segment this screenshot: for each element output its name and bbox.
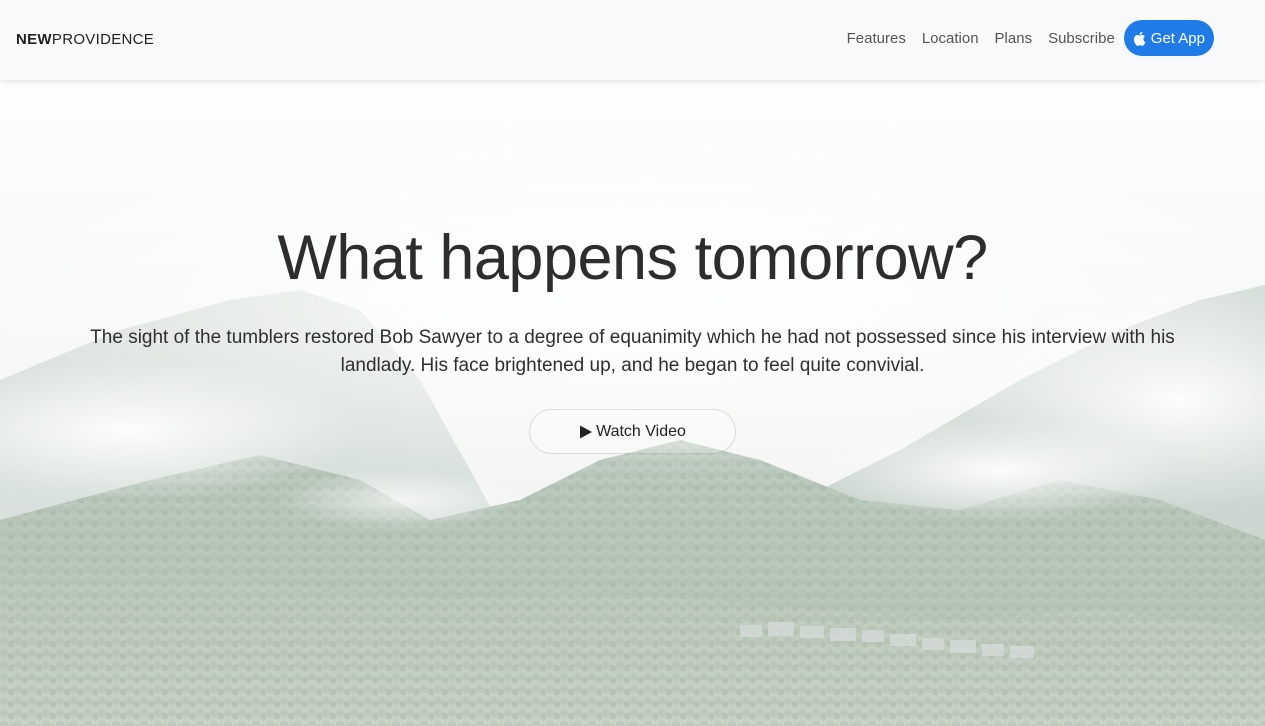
hero-title: What happens tomorrow?	[277, 223, 988, 293]
play-icon	[579, 425, 593, 439]
hero-description: The sight of the tumblers restored Bob S…	[90, 327, 1175, 376]
navbar: NEWPROVIDENCE Features Location Plans Su…	[0, 0, 1265, 80]
brand-logo[interactable]: NEWPROVIDENCE	[16, 31, 154, 48]
nav-link-features[interactable]: Features	[847, 30, 906, 47]
watch-video-button[interactable]: Watch Video	[529, 409, 736, 454]
nav-link-plans[interactable]: Plans	[995, 30, 1033, 47]
apple-icon	[1133, 31, 1146, 46]
brand-logo-regular: PROVIDENCE	[51, 31, 155, 48]
nav-links: Features Location Plans Subscribe Get Ap…	[847, 20, 1214, 56]
brand-logo-bold: NEW	[16, 31, 52, 48]
get-app-label: Get App	[1150, 29, 1205, 47]
nav-link-location[interactable]: Location	[922, 30, 979, 47]
watch-video-label: Watch Video	[596, 422, 686, 440]
nav-link-subscribe[interactable]: Subscribe	[1048, 30, 1115, 47]
get-app-button[interactable]: Get App	[1123, 20, 1214, 56]
